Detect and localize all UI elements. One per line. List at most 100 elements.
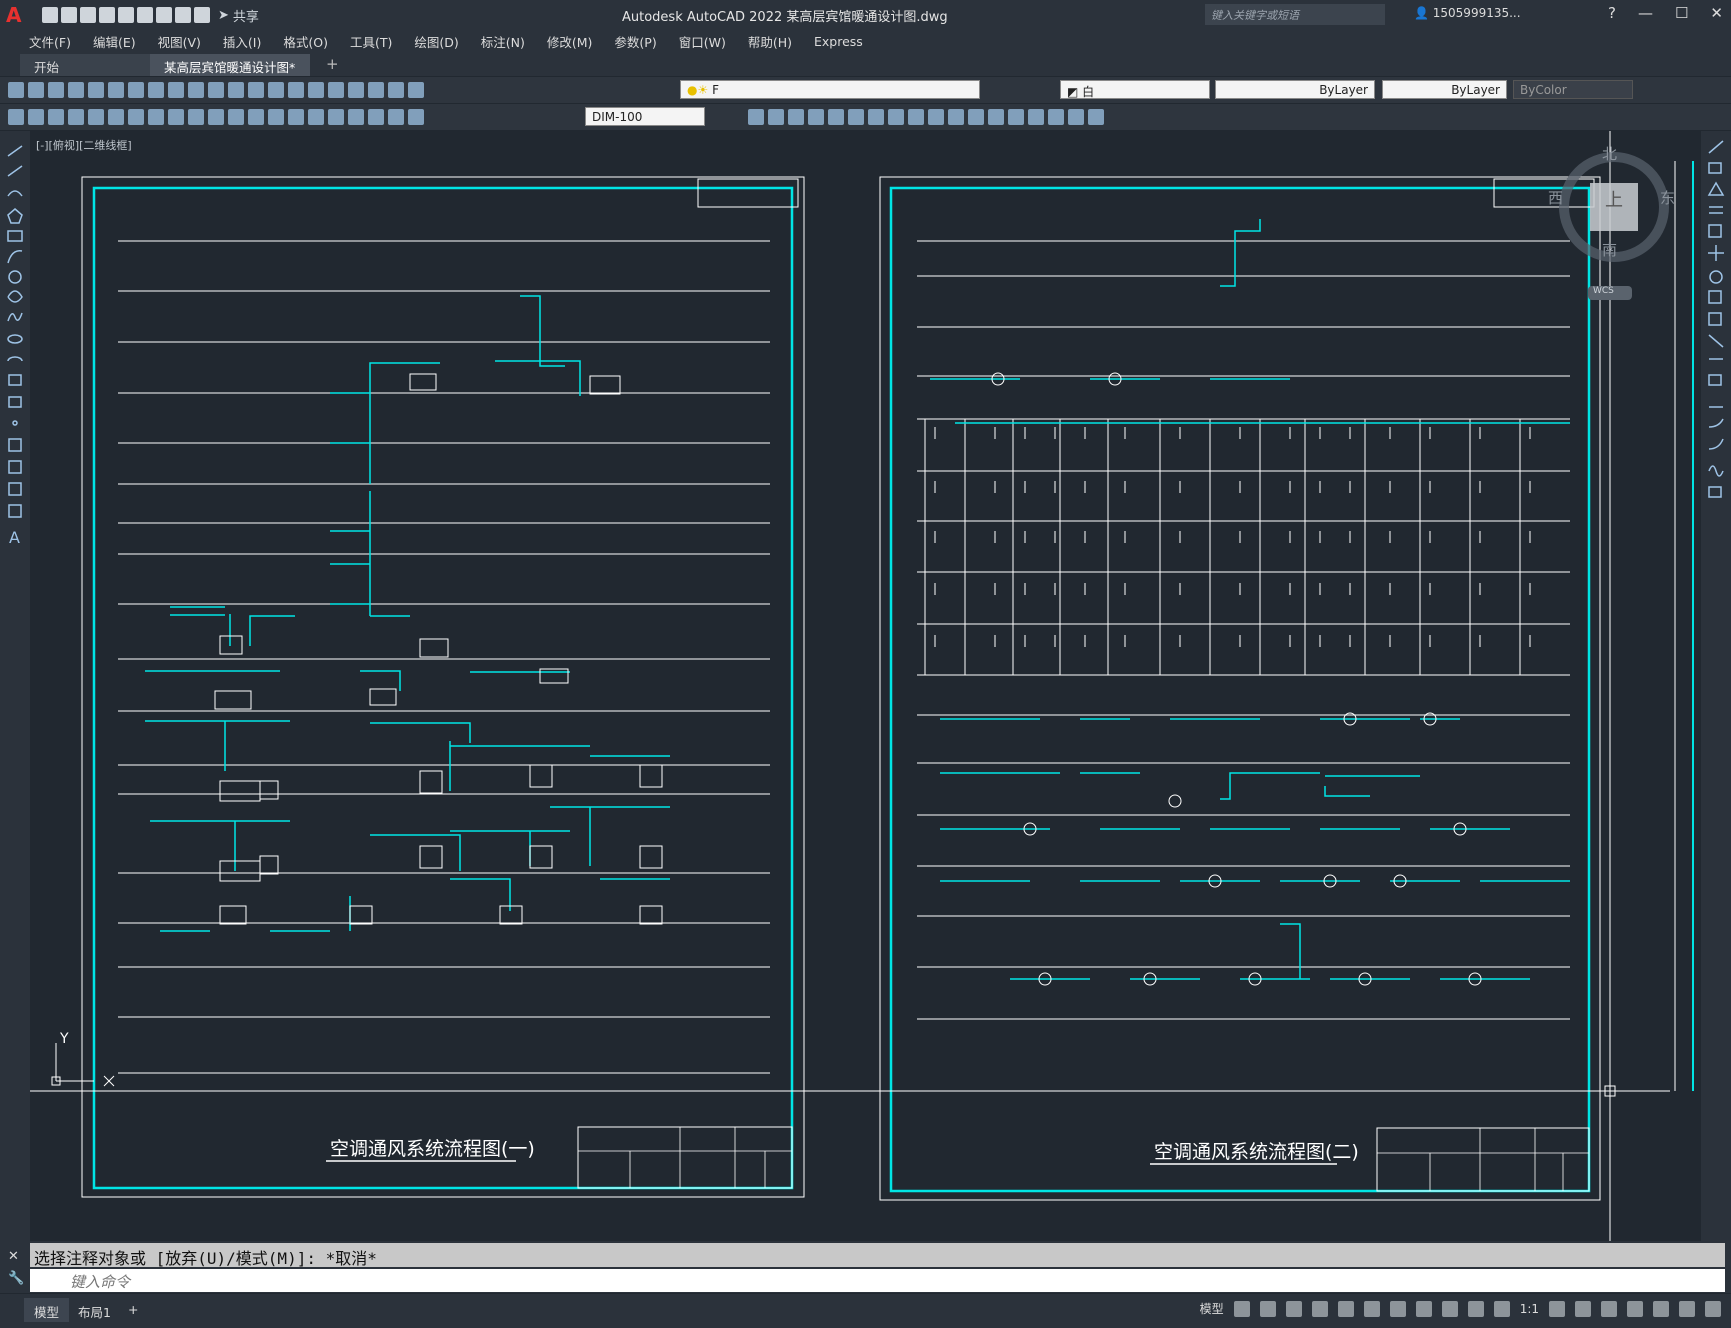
dim-text-edit-icon[interactable] (368, 109, 384, 125)
calculator-icon[interactable] (368, 82, 384, 98)
ellipse-icon[interactable] (7, 334, 23, 344)
array-icon[interactable] (1708, 224, 1722, 238)
viewcube-west[interactable]: 西 (1548, 187, 1563, 208)
arc-icon[interactable] (7, 250, 23, 264)
annotation-visibility-icon[interactable] (1467, 1300, 1484, 1317)
design-center-icon[interactable] (328, 82, 344, 98)
tab-layout1[interactable]: 布局1 (68, 1298, 121, 1322)
zoom-icon[interactable] (268, 82, 284, 98)
search-input[interactable]: 键入关键字或短语 (1205, 4, 1385, 25)
erase-icon[interactable] (1708, 140, 1724, 154)
save-web-icon[interactable] (137, 7, 153, 23)
copy-icon[interactable] (1708, 162, 1722, 174)
layer-dropdown[interactable]: ●☀ F (680, 80, 980, 99)
dim-jogged-icon[interactable] (108, 109, 124, 125)
sheet-2-outer-border[interactable] (879, 176, 1601, 1201)
properties-icon[interactable] (308, 82, 324, 98)
preview-icon[interactable] (88, 82, 104, 98)
viewcube[interactable] (1559, 152, 1669, 300)
trim-icon[interactable] (1708, 334, 1724, 348)
grid-icon[interactable] (1233, 1300, 1250, 1317)
table-icon[interactable] (8, 504, 22, 518)
sheet-1-title-block[interactable] (577, 1126, 793, 1189)
close-icon[interactable]: ✕ (1710, 4, 1723, 22)
viewcube-top[interactable]: 上 (1605, 186, 1623, 212)
pan-icon[interactable] (248, 82, 264, 98)
command-settings-icon[interactable]: 🔧 (8, 1271, 24, 1286)
user-account[interactable]: 👤 1505999135... (1414, 6, 1521, 20)
dim-diameter-icon[interactable] (128, 109, 144, 125)
viewcube-south[interactable]: 南 (1602, 239, 1617, 260)
explode-icon[interactable] (1708, 486, 1722, 498)
help-icon[interactable] (388, 82, 404, 98)
redo-icon[interactable] (194, 7, 210, 23)
customization-icon[interactable] (1705, 1300, 1721, 1317)
add-layout-icon[interactable]: + (118, 1298, 148, 1322)
copy-obj-icon[interactable] (828, 109, 844, 125)
paste-icon[interactable] (168, 82, 184, 98)
auto-scale-icon[interactable] (1493, 1300, 1510, 1317)
dim-arc-icon[interactable] (48, 109, 64, 125)
linetype-dropdown[interactable]: ByLayer (1215, 80, 1375, 99)
sheet-2-title-block[interactable] (1376, 1127, 1590, 1192)
menu-help[interactable]: 帮助(H) (737, 32, 803, 51)
undo-icon[interactable] (208, 82, 224, 98)
circle-icon[interactable] (8, 270, 22, 284)
dim-ordinate-icon[interactable] (68, 109, 84, 125)
copy-icon[interactable] (148, 82, 164, 98)
sheet-1-outer-border[interactable] (81, 176, 805, 1198)
quick-properties-icon[interactable] (1627, 1300, 1643, 1317)
object-snap-tracking-icon[interactable] (1363, 1300, 1380, 1317)
chamfer-icon[interactable] (1708, 418, 1724, 428)
ellipse-arc-icon[interactable] (7, 356, 23, 362)
print-icon[interactable] (68, 82, 84, 98)
offset-icon[interactable] (1709, 206, 1723, 214)
polyline-icon[interactable] (7, 190, 23, 197)
maximize-icon[interactable]: ☐ (1675, 4, 1688, 22)
scale-icon[interactable] (1708, 290, 1722, 304)
isodraft-icon[interactable] (1337, 1300, 1354, 1317)
region-icon[interactable] (8, 482, 22, 496)
menu-parameter[interactable]: 参数(P) (603, 32, 667, 51)
menu-draw[interactable]: 绘图(D) (403, 32, 469, 51)
blend-icon[interactable] (1708, 465, 1724, 477)
menu-view[interactable]: 视图(V) (147, 32, 212, 51)
menu-tools[interactable]: 工具(T) (339, 32, 403, 51)
move-icon[interactable] (1708, 245, 1724, 261)
lineweight-icon[interactable] (1415, 1300, 1432, 1317)
new-file-icon[interactable] (42, 7, 58, 23)
object-snap-icon[interactable] (1389, 1300, 1406, 1317)
color-dropdown[interactable]: ◩ 白 (1060, 80, 1210, 99)
save-as-icon[interactable] (99, 7, 115, 23)
lineweight-dropdown[interactable]: ByLayer (1382, 80, 1507, 99)
sheet-1-title[interactable]: 空调通风系统流程图(一) (330, 1138, 535, 1160)
scale-icon[interactable] (928, 109, 944, 125)
command-input[interactable]: 键入命令 (30, 1269, 1725, 1292)
cut-icon[interactable] (128, 82, 144, 98)
tool-palette-icon[interactable] (348, 82, 364, 98)
line-tool-icon[interactable] (7, 145, 23, 157)
rotate-icon[interactable] (1709, 270, 1723, 284)
rectangle-icon[interactable] (7, 230, 23, 242)
break-icon[interactable] (1008, 109, 1024, 125)
layer-prev-icon[interactable] (748, 109, 764, 125)
viewport-controls-label[interactable]: [-][俯视][二维线框] (36, 137, 132, 153)
dim-space-icon[interactable] (228, 109, 244, 125)
plotstyle-dropdown[interactable]: ByColor (1513, 80, 1633, 99)
menu-insert[interactable]: 插入(I) (212, 32, 272, 51)
model-space-canvas[interactable]: 空调通风系统流程图(一) 空调通风系统流程图(二) Y 北 南 东 西 上 WC… (30, 131, 1701, 1241)
stretch-icon[interactable] (1708, 312, 1722, 326)
viewcube-east[interactable]: 东 (1660, 187, 1675, 208)
dim-continue-icon[interactable] (208, 109, 224, 125)
break-icon[interactable] (1708, 374, 1722, 386)
rotate-icon[interactable] (908, 109, 924, 125)
open-icon[interactable] (28, 82, 44, 98)
layer-iso-icon[interactable] (768, 109, 784, 125)
move-icon[interactable] (808, 109, 824, 125)
make-block-icon[interactable] (8, 396, 22, 408)
gradient-icon[interactable] (8, 460, 22, 474)
model-space-toggle[interactable]: 模型 (1200, 1300, 1224, 1317)
viewcube-north[interactable]: 北 (1602, 143, 1617, 164)
isolate-objects-icon[interactable] (1653, 1300, 1669, 1317)
ortho-icon[interactable] (1285, 1300, 1302, 1317)
